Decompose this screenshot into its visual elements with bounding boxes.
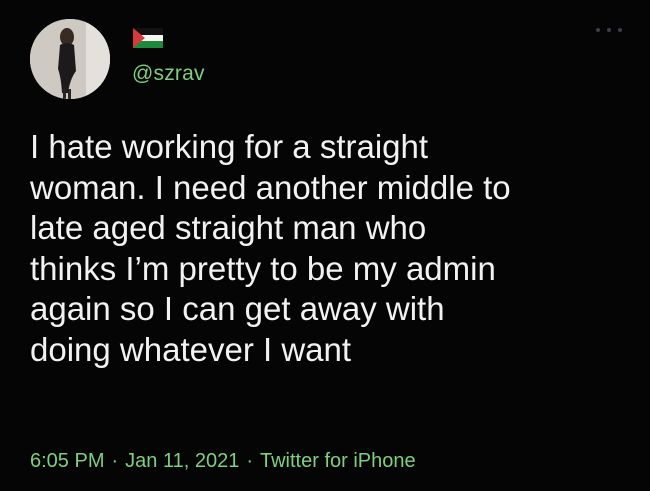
tweet-line: again so I can get away with — [30, 290, 445, 327]
tweet-line: I hate working for a straight — [30, 128, 429, 165]
tweet-text: I hate working for a straight woman. I n… — [30, 127, 630, 370]
author-handle[interactable]: @szrav — [132, 62, 205, 86]
more-options-icon[interactable] — [596, 26, 622, 34]
palestine-flag-icon — [133, 28, 163, 48]
tweet-metadata: 6:05 PM · Jan 11, 2021 · Twitter for iPhone — [30, 450, 416, 473]
tweet-line: thinks I’m pretty to be my admin — [30, 249, 496, 287]
separator: · — [111, 450, 119, 472]
tweet-date[interactable]: Jan 11, 2021 — [125, 450, 239, 472]
tweet-time[interactable]: 6:05 PM — [30, 450, 104, 472]
separator: · — [246, 450, 253, 472]
tweet-line: woman. I need another middle to — [30, 168, 511, 206]
tweet-line: doing whatever I want — [30, 330, 352, 368]
tweet-source-link[interactable]: Twitter for iPhone — [260, 450, 416, 472]
tweet-line: late aged straight man who — [30, 209, 427, 246]
avatar-photo-icon — [30, 19, 110, 99]
dot — [618, 28, 622, 32]
dot — [596, 28, 600, 32]
dot — [607, 28, 611, 32]
tweet-card: @szrav I hate working for a straight wom… — [0, 0, 650, 491]
avatar[interactable] — [30, 19, 110, 99]
